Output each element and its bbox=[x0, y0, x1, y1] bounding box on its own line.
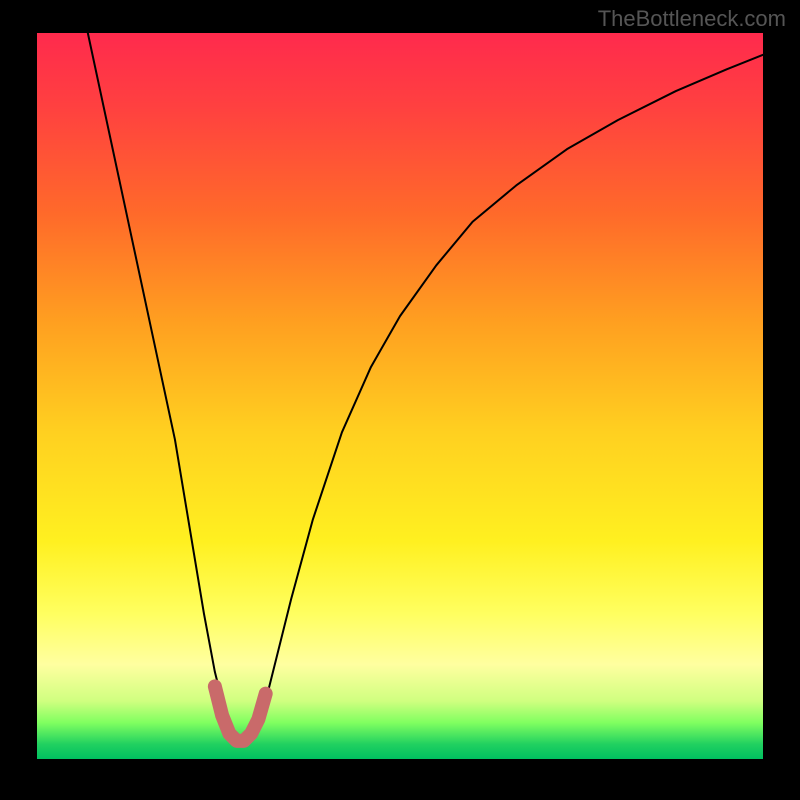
highlight-segment-path bbox=[215, 686, 266, 740]
watermark-label: TheBottleneck.com bbox=[598, 6, 786, 32]
chart-svg bbox=[37, 33, 763, 759]
chart-plot-area bbox=[37, 33, 763, 759]
bottleneck-curve-path bbox=[88, 33, 763, 737]
